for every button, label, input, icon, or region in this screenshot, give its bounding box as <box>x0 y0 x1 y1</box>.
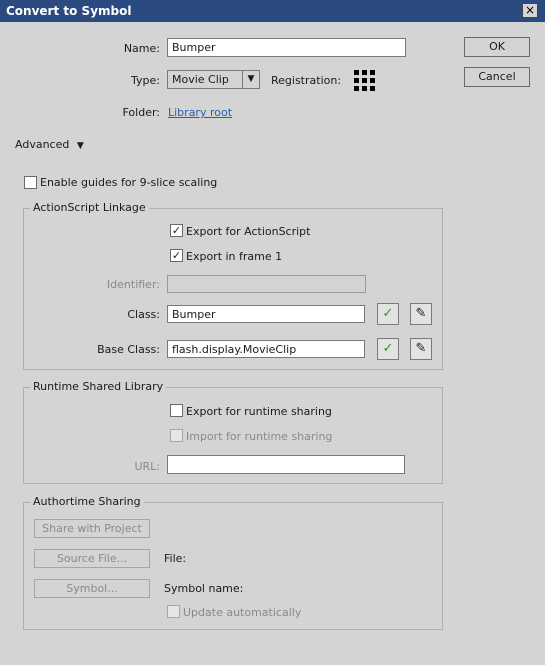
class-label: Class: <box>127 308 160 321</box>
ok-button[interactable]: OK <box>464 37 530 57</box>
identifier-label: Identifier: <box>106 278 160 291</box>
folder-label: Folder: <box>122 106 160 119</box>
registration-point[interactable] <box>362 86 367 91</box>
export-runtime-checkbox[interactable] <box>170 404 183 417</box>
triangle-down-icon: ▼ <box>242 71 259 88</box>
export-actionscript-checkbox[interactable]: ✓ <box>170 224 183 237</box>
pencil-icon: ✎ <box>415 341 427 356</box>
source-file-button: Source File... <box>34 549 150 568</box>
registration-point[interactable] <box>354 78 359 83</box>
cancel-button[interactable]: Cancel <box>464 67 530 87</box>
file-label: File: <box>164 552 187 565</box>
scaling-checkbox[interactable] <box>24 176 37 189</box>
share-with-project-button: Share with Project <box>34 519 150 538</box>
name-label: Name: <box>123 42 160 55</box>
base-class-label: Base Class: <box>97 343 160 356</box>
folder-link[interactable]: Library root <box>168 106 232 119</box>
export-frame1-label: Export in frame 1 <box>186 250 283 263</box>
advanced-label: Advanced <box>15 138 70 151</box>
registration-point[interactable] <box>362 70 367 75</box>
class-input[interactable]: Bumper <box>167 305 365 323</box>
type-dropdown-value: Movie Clip <box>172 73 229 86</box>
rsl-group-title: Runtime Shared Library <box>30 380 167 393</box>
triangle-down-icon: ▼ <box>76 141 84 151</box>
url-label: URL: <box>134 460 160 473</box>
scaling-label: Enable guides for 9-slice scaling <box>40 176 218 189</box>
validate-class-button[interactable]: ✓ <box>377 303 399 325</box>
pencil-icon: ✎ <box>415 306 427 321</box>
url-input[interactable] <box>167 455 405 474</box>
registration-label: Registration: <box>271 74 342 87</box>
checkmark-icon: ✓ <box>171 249 182 262</box>
name-input[interactable]: Bumper <box>167 38 406 57</box>
registration-point[interactable] <box>362 78 367 83</box>
update-automatically-checkbox <box>167 605 180 618</box>
edit-base-class-button[interactable]: ✎ <box>410 338 432 360</box>
check-icon: ✓ <box>382 341 394 356</box>
registration-point[interactable] <box>354 86 359 91</box>
update-automatically-label: Update automatically <box>183 606 302 619</box>
type-label: Type: <box>131 74 160 87</box>
identifier-input <box>167 275 366 293</box>
export-frame1-checkbox[interactable]: ✓ <box>170 249 183 262</box>
validate-base-class-button[interactable]: ✓ <box>377 338 399 360</box>
registration-point[interactable] <box>370 70 375 75</box>
window-title: Convert to Symbol <box>6 4 132 18</box>
authortime-group-title: Authortime Sharing <box>30 495 144 508</box>
registration-point[interactable] <box>370 86 375 91</box>
registration-point[interactable] <box>370 78 375 83</box>
export-runtime-label: Export for runtime sharing <box>186 405 332 418</box>
linkage-group-title: ActionScript Linkage <box>30 201 149 214</box>
symbol-name-label: Symbol name: <box>164 582 244 595</box>
type-dropdown[interactable]: Movie Clip ▼ <box>167 70 260 89</box>
base-class-input[interactable]: flash.display.MovieClip <box>167 340 365 358</box>
checkmark-icon: ✓ <box>171 224 182 237</box>
registration-grid[interactable] <box>354 70 375 91</box>
export-actionscript-label: Export for ActionScript <box>186 225 311 238</box>
edit-class-button[interactable]: ✎ <box>410 303 432 325</box>
close-button[interactable]: × <box>522 3 538 18</box>
import-runtime-checkbox <box>170 429 183 442</box>
symbol-button: Symbol... <box>34 579 150 598</box>
registration-point[interactable] <box>354 70 359 75</box>
advanced-toggle[interactable]: Advanced ▼ <box>15 138 84 151</box>
import-runtime-label: Import for runtime sharing <box>186 430 333 443</box>
check-icon: ✓ <box>382 306 394 321</box>
